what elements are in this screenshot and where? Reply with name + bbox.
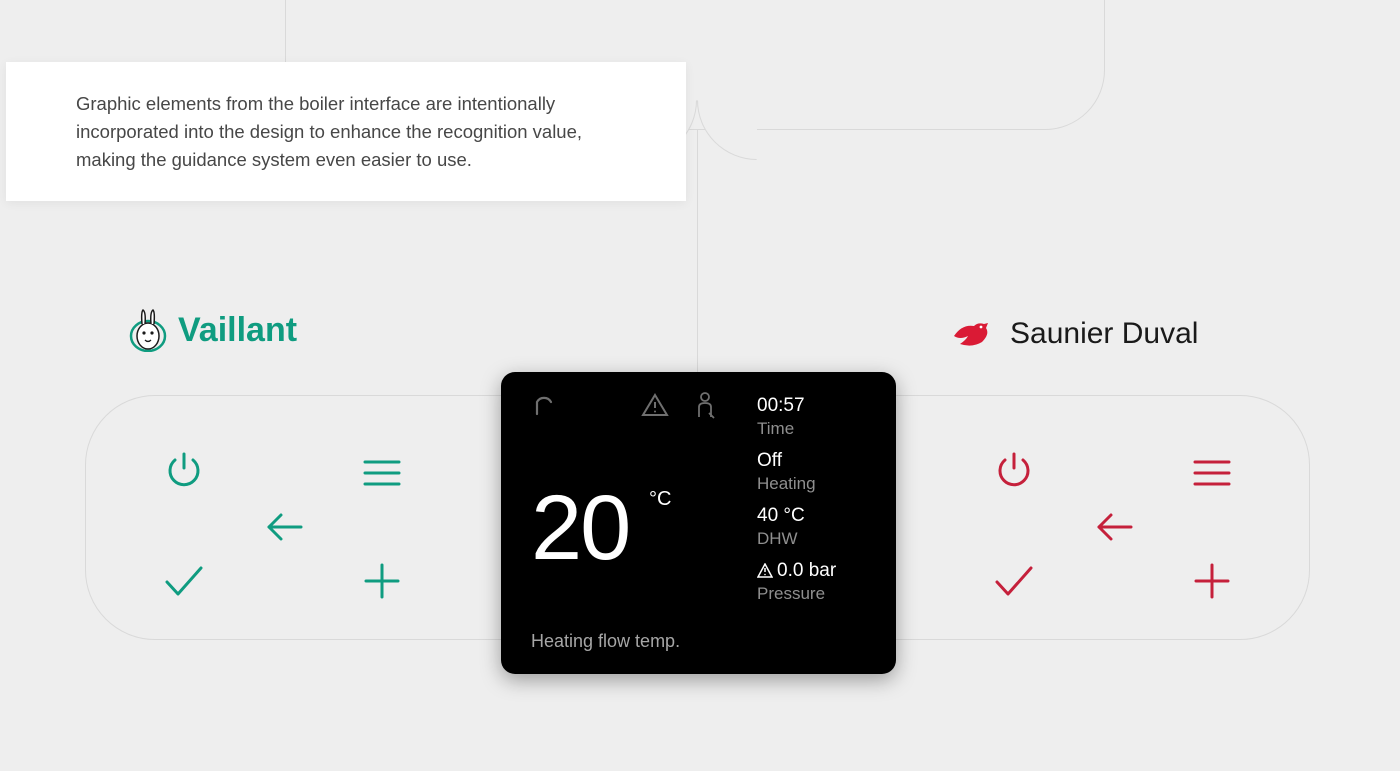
warning-icon [641,392,669,418]
add-button[interactable] [358,557,406,605]
power-button[interactable] [160,445,208,493]
dhw-label: DHW [757,528,872,549]
bird-logo-icon [948,314,1000,354]
decorative-connector-line [697,130,698,395]
menu-button[interactable] [1188,449,1236,497]
warning-icon [757,563,773,578]
brand-vaillant-name: Vaillant [178,311,297,350]
control-group-vaillant [140,425,440,605]
back-button[interactable] [1090,503,1138,551]
control-group-saunier [970,425,1270,605]
back-button[interactable] [260,503,308,551]
decorative-connector-curve [697,100,757,160]
main-temperature-value: 20 [531,477,629,579]
time-label: Time [757,418,872,439]
reading-heating: Off Heating [757,449,872,494]
time-value: 00:57 [757,394,872,418]
rabbit-logo-icon [128,308,168,352]
heating-value: Off [757,449,872,473]
callout-text: Graphic elements from the boiler interfa… [76,90,616,173]
reading-pressure: 0.0 bar Pressure [757,559,872,604]
reading-dhw: 40 °C DHW [757,504,872,549]
brand-saunier-name: Saunier Duval [1010,317,1198,351]
pressure-value: 0.0 bar [757,559,872,583]
reading-time: 00:57 Time [757,394,872,439]
brand-saunier-duval: Saunier Duval [948,314,1198,354]
confirm-button[interactable] [160,557,208,605]
heating-label: Heating [757,473,872,494]
return-icon [531,392,555,418]
pressure-label: Pressure [757,583,872,604]
callout-card: Graphic elements from the boiler interfa… [6,62,686,201]
boiler-display: 20 °C Heating flow temp. 00:57 Time Off … [501,372,896,674]
menu-button[interactable] [358,449,406,497]
main-temperature-unit: °C [649,488,671,511]
installer-icon [695,391,715,419]
power-button[interactable] [990,445,1038,493]
add-button[interactable] [1188,557,1236,605]
brand-vaillant: Vaillant [128,308,297,352]
dhw-value: 40 °C [757,504,872,528]
display-side-readings: 00:57 Time Off Heating 40 °C DHW 0.0 bar… [757,394,872,604]
main-temperature-label: Heating flow temp. [531,631,680,652]
confirm-button[interactable] [990,557,1038,605]
display-main-reading: 20 °C [531,482,629,574]
